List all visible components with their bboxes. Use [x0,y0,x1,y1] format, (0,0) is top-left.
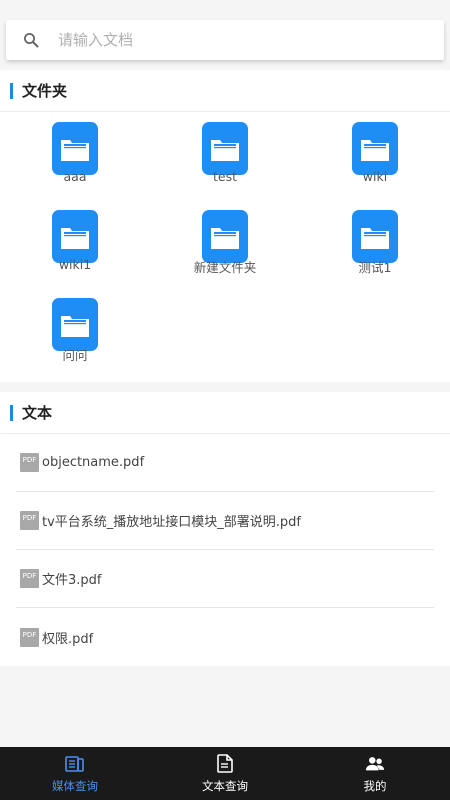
folder-label: 新建文件夹 [193,260,257,275]
nav-mine[interactable]: 我的 [300,747,450,800]
folder-icon [202,122,248,175]
document-icon [215,754,235,774]
search-icon [22,31,40,49]
nav-media-query[interactable]: 媒体查询 [0,747,150,800]
file-name: 权限.pdf [42,631,94,647]
folder-label: 问问 [62,348,88,363]
pdf-icon: PDF [20,511,39,530]
folder-icon [52,298,98,351]
folder-item[interactable]: wiki [300,122,450,196]
folder-icon [352,210,398,263]
folder-item[interactable]: 新建文件夹 [150,210,300,284]
folder-item[interactable]: 测试1 [300,210,450,284]
search-input[interactable] [58,31,444,49]
folder-icon [52,122,98,175]
file-item[interactable]: PDF 权限.pdf [16,608,434,666]
folder-label: wiki1 [58,257,92,272]
folder-label: wiki [362,169,388,184]
section-accent-bar [10,82,13,99]
users-icon [365,754,385,774]
folder-icon [352,122,398,175]
nav-label: 我的 [363,778,387,793]
section-accent-bar [10,404,13,421]
file-name: tv平台系统_播放地址接口模块_部署说明.pdf [42,515,302,530]
pdf-icon: PDF [20,453,39,472]
folder-icon [52,210,98,263]
nav-text-query[interactable]: 文本查询 [150,747,300,800]
text-section-title: 文本 [22,404,53,422]
folder-label: test [212,169,237,184]
folder-item[interactable]: 问问 [0,298,150,372]
nav-label: 媒体查询 [52,778,98,793]
file-list: PDF objectname.pdf PDF tv平台系统_播放地址接口模块_部… [0,434,450,666]
file-item[interactable]: PDF tv平台系统_播放地址接口模块_部署说明.pdf [16,492,434,550]
folders-section-title: 文件夹 [22,82,68,100]
search-bar[interactable] [6,20,444,60]
folder-item[interactable]: aaa [0,122,150,196]
folder-item[interactable]: wiki1 [0,210,150,284]
file-item[interactable]: PDF 文件3.pdf [16,550,434,608]
folder-item[interactable]: test [150,122,300,196]
spacer [0,382,450,392]
folders-section-header: 文件夹 [0,70,450,112]
file-name: 文件3.pdf [42,573,102,588]
folder-icon [202,210,248,263]
pdf-icon: PDF [20,569,39,588]
search-wrapper [0,20,450,60]
pdf-icon: PDF [20,627,39,647]
folder-label: aaa [63,169,87,184]
folder-grid: aaa test wiki wiki1 新建文件夹 测试1 问问 [0,112,450,382]
nav-label: 文本查询 [202,778,248,793]
bottom-nav: 媒体查询 文本查询 我的 [0,747,450,800]
file-name: objectname.pdf [42,455,145,470]
text-section: 文本 PDF objectname.pdf PDF tv平台系统_播放地址接口模… [0,392,450,666]
folders-section: 文件夹 aaa test wiki wiki1 新建文件夹 测试1 问问 [0,70,450,382]
text-section-header: 文本 [0,392,450,434]
folder-label: 测试1 [358,260,392,275]
status-strip [0,0,450,20]
file-item[interactable]: PDF objectname.pdf [16,434,434,492]
media-icon [65,754,85,774]
